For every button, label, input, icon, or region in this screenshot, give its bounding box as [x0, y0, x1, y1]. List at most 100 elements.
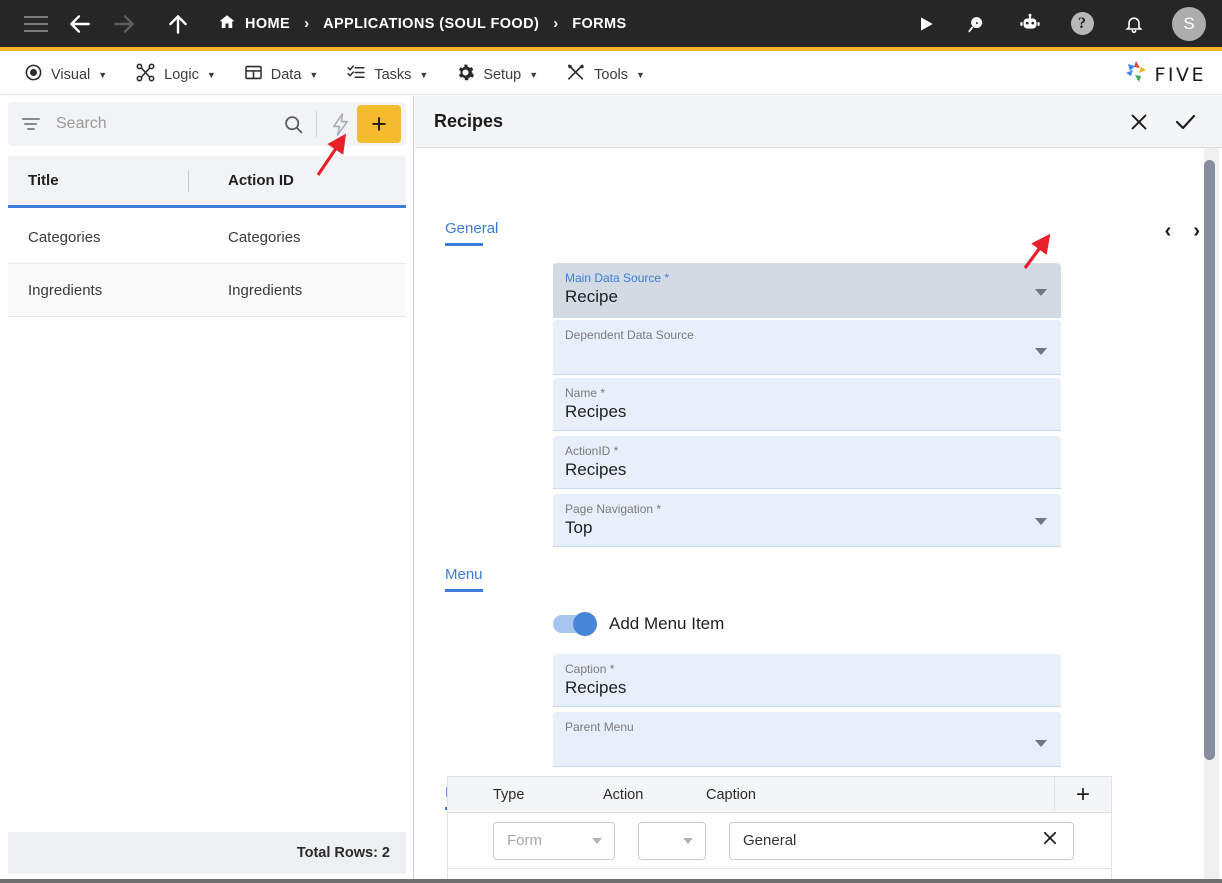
- forms-list-panel: + Title Action ID Categories Categories …: [0, 96, 414, 883]
- form-scrollbar-thumb[interactable]: [1204, 160, 1215, 760]
- field-value: Top: [565, 518, 593, 537]
- gear-icon: [456, 63, 475, 86]
- field-value: Recipes: [565, 460, 627, 479]
- hamburger-menu-icon[interactable]: [14, 2, 58, 46]
- add-menu-item-toggle[interactable]: [553, 612, 597, 636]
- pages-table: Type Action Caption + Form: [447, 776, 1112, 883]
- filter-icon[interactable]: [22, 115, 42, 133]
- eye-icon: [24, 63, 43, 86]
- help-icon[interactable]: ?: [1060, 2, 1104, 46]
- table-row[interactable]: Categories Categories: [8, 211, 406, 264]
- search-chat-icon[interactable]: [956, 2, 1000, 46]
- magnifier-icon[interactable]: [276, 107, 310, 141]
- robot-icon[interactable]: [1008, 2, 1052, 46]
- forms-grid-header: Title Action ID: [8, 156, 406, 208]
- close-icon[interactable]: [1124, 107, 1154, 137]
- menu-item-tasks[interactable]: Tasks ▼: [332, 55, 442, 95]
- confirm-check-icon[interactable]: [1170, 107, 1200, 137]
- breadcrumb-item-home[interactable]: HOME: [218, 13, 290, 35]
- page-type-select[interactable]: Form: [493, 821, 615, 860]
- back-arrow-icon[interactable]: [58, 2, 102, 46]
- chevron-down-icon: [683, 837, 693, 844]
- column-header-action: Action: [603, 786, 644, 803]
- menu-label-visual: Visual: [51, 66, 91, 83]
- tab-pager: ‹ ›: [1165, 220, 1200, 243]
- menu-label-tools: Tools: [594, 66, 628, 83]
- field-caption[interactable]: Caption * Recipes: [553, 654, 1061, 707]
- clear-caption-icon[interactable]: [1041, 829, 1059, 852]
- chevron-down-icon: ▼: [419, 69, 429, 80]
- play-icon[interactable]: [904, 2, 948, 46]
- column-header-action-id[interactable]: Action ID: [189, 172, 294, 189]
- lightning-bolt-icon[interactable]: [323, 107, 357, 141]
- chevron-down-icon: [592, 837, 602, 844]
- field-value: Recipes: [565, 678, 627, 697]
- chevron-down-icon: ▼: [206, 69, 216, 80]
- menu-item-tools[interactable]: Tools ▼: [552, 55, 659, 95]
- total-rows-status: Total Rows: 2: [8, 832, 406, 874]
- field-main-data-source[interactable]: Main Data Source * Recipe: [553, 263, 1061, 318]
- form-editor-panel: Recipes General ‹ › Main Data Source * R…: [415, 96, 1222, 883]
- menu-item-logic[interactable]: Logic ▼: [121, 55, 230, 95]
- forward-arrow-icon[interactable]: [102, 2, 146, 46]
- chevron-down-icon: ▼: [636, 69, 645, 80]
- pages-table-header: Type Action Caption +: [447, 776, 1112, 813]
- field-label: Main Data Source *: [565, 271, 670, 285]
- parent-menu-caret[interactable]: [1035, 740, 1047, 747]
- field-label: Parent Menu: [565, 720, 634, 734]
- window-bottom-edge: [0, 879, 1222, 883]
- toggle-knob: [573, 612, 597, 636]
- field-dependent-data-source[interactable]: Dependent Data Source: [553, 320, 1061, 375]
- form-editor-actions: [1124, 107, 1200, 137]
- five-brand-logo: FIVE: [1123, 59, 1206, 90]
- form-scrollbar-track[interactable]: [1204, 148, 1219, 883]
- menu-label-data: Data: [270, 66, 302, 83]
- nodes-icon: [135, 63, 156, 86]
- search-divider: [316, 111, 317, 137]
- main-data-source-caret[interactable]: [1035, 289, 1047, 296]
- menu-item-data[interactable]: Data ▼: [230, 55, 333, 95]
- column-header-caption: Caption: [706, 786, 756, 803]
- menu-item-visual[interactable]: Visual ▼: [10, 55, 121, 95]
- form-editor-body: General ‹ › Main Data Source * Recipe De…: [415, 148, 1222, 883]
- form-editor-header: Recipes: [415, 96, 1222, 148]
- field-page-navigation[interactable]: Page Navigation * Top: [553, 494, 1061, 547]
- cell-action-id: Ingredients: [228, 281, 303, 299]
- tab-prev-button[interactable]: ‹: [1165, 220, 1172, 243]
- menu-label-setup: Setup: [483, 66, 522, 83]
- page-caption-input[interactable]: [743, 832, 1041, 849]
- page-action-select[interactable]: [638, 821, 706, 860]
- page-caption-field[interactable]: [729, 821, 1074, 860]
- menu-item-setup[interactable]: Setup ▼: [442, 55, 552, 95]
- avatar[interactable]: S: [1172, 6, 1206, 41]
- topbar-actions: ? S: [904, 2, 1222, 46]
- up-arrow-icon[interactable]: [156, 2, 200, 46]
- field-name[interactable]: Name * Recipes: [553, 378, 1061, 431]
- breadcrumb-item-applications[interactable]: APPLICATIONS (SOUL FOOD): [323, 16, 539, 32]
- search-input[interactable]: [56, 115, 276, 133]
- home-icon: [218, 13, 236, 35]
- breadcrumb-item-forms[interactable]: FORMS: [572, 16, 626, 32]
- cell-title: Ingredients: [28, 281, 103, 299]
- page-type-value: Form: [507, 832, 542, 849]
- cell-action-id: Categories: [228, 228, 301, 246]
- field-parent-menu[interactable]: Parent Menu: [553, 712, 1061, 767]
- menu-label-tasks: Tasks: [374, 66, 412, 83]
- cell-title: Categories: [28, 228, 101, 246]
- field-value: Recipe: [565, 287, 618, 306]
- column-header-title[interactable]: Title: [8, 172, 188, 189]
- field-label: Caption *: [565, 662, 615, 676]
- dependent-data-source-caret[interactable]: [1035, 348, 1047, 355]
- chevron-down-icon: ▼: [98, 69, 108, 80]
- page-navigation-caret[interactable]: [1035, 518, 1047, 525]
- breadcrumb-separator: ›: [553, 15, 559, 32]
- tab-next-button[interactable]: ›: [1193, 220, 1200, 243]
- wrench-screwdriver-icon: [566, 63, 586, 86]
- app-root: HOME › APPLICATIONS (SOUL FOOD) › FORMS …: [0, 0, 1222, 883]
- add-page-button[interactable]: +: [1054, 776, 1111, 813]
- table-row[interactable]: Ingredients Ingredients: [8, 264, 406, 317]
- column-header-type: Type: [493, 786, 525, 803]
- notification-bell-icon[interactable]: [1112, 2, 1156, 46]
- field-action-id[interactable]: ActionID * Recipes: [553, 436, 1061, 489]
- add-form-button[interactable]: +: [357, 105, 401, 143]
